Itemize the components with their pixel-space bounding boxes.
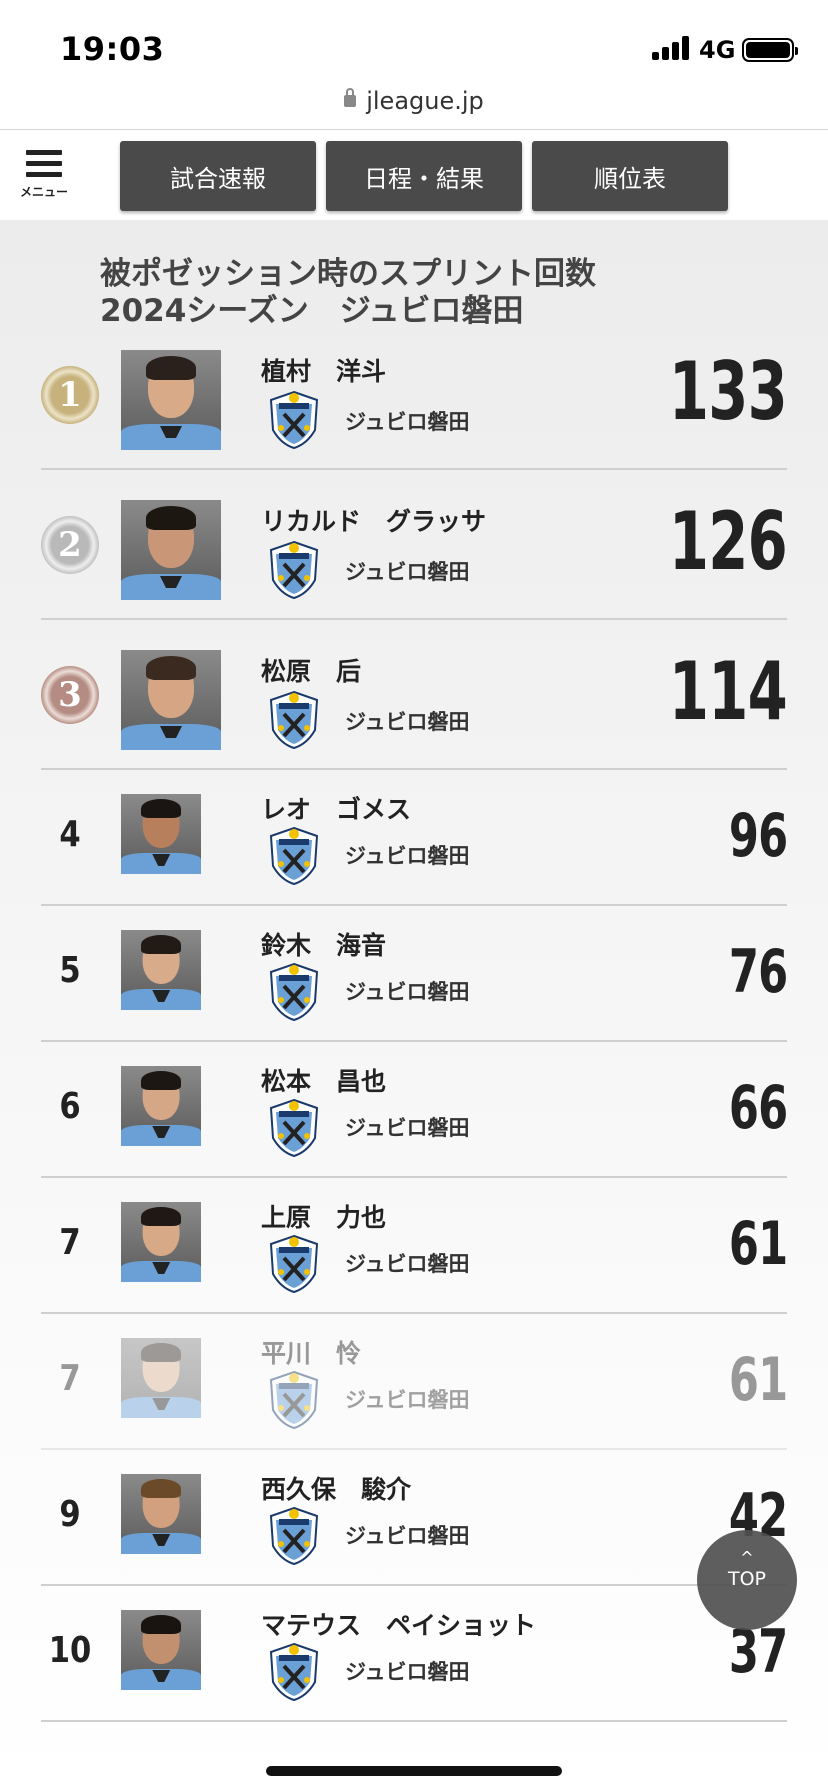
team-name[interactable]: ジュビロ磐田 xyxy=(345,840,470,870)
team-name[interactable]: ジュビロ磐田 xyxy=(345,1248,470,1278)
status-bar: 19:03 4G xyxy=(0,0,828,84)
sprint-count: 66 xyxy=(728,1072,787,1143)
ranking-row[interactable]: 10 マテウス ペイショット ジュビロ磐田 37 xyxy=(41,1586,788,1722)
heading-line-1: 被ポゼッション時のスプリント回数 xyxy=(100,256,596,292)
ranking-row[interactable]: 2 リカルド グラッサジュビロ磐田 126 xyxy=(41,470,788,620)
player-photo xyxy=(121,1474,201,1554)
team-name[interactable]: ジュビロ磐田 xyxy=(345,1520,470,1550)
rank-number: 10 xyxy=(48,1630,92,1671)
player-name[interactable]: 平川 怜 xyxy=(261,1334,361,1370)
team-emblem-icon xyxy=(269,1234,319,1294)
gold-medal-icon: 1 xyxy=(41,366,99,424)
player-photo xyxy=(121,1066,201,1146)
player-name[interactable]: 上原 力也 xyxy=(261,1198,386,1234)
team-emblem-icon xyxy=(269,826,319,886)
ranking-row[interactable]: 3 松原 后ジュビロ磐田 114 xyxy=(41,620,788,770)
ranking-row[interactable]: 7 上原 力也ジュビロ磐田 61 xyxy=(41,1178,788,1314)
team-name[interactable]: ジュビロ磐田 xyxy=(345,1384,470,1414)
team-emblem-icon xyxy=(269,540,319,600)
team-name[interactable]: ジュビロ磐田 xyxy=(345,556,470,586)
team-name[interactable]: ジュビロ磐田 xyxy=(345,706,470,736)
team-emblem-icon xyxy=(269,1506,319,1566)
sprint-count: 76 xyxy=(728,936,787,1007)
sprint-count: 96 xyxy=(728,800,787,871)
schedule-results-button[interactable]: 日程・結果 xyxy=(326,141,522,211)
ranking-row[interactable]: 6 松本 昌也ジュビロ磐田 66 xyxy=(41,1042,788,1178)
player-name[interactable]: 植村 洋斗 xyxy=(261,352,386,388)
rank-number: 6 xyxy=(59,1086,81,1127)
player-name[interactable]: 西久保 駿介 xyxy=(261,1470,411,1506)
player-name[interactable]: リカルド グラッサ xyxy=(261,502,486,538)
team-emblem-icon xyxy=(269,690,319,750)
standings-button[interactable]: 順位表 xyxy=(532,141,728,211)
team-emblem-icon xyxy=(269,1642,319,1702)
silver-medal-icon: 2 xyxy=(41,516,99,574)
ranking-row[interactable]: 7 平川 怜ジュビロ磐田 61 xyxy=(41,1314,788,1450)
player-photo xyxy=(121,1202,201,1282)
hamburger-icon xyxy=(18,150,70,177)
ranking-row[interactable]: 5 鈴木 海音ジュビロ磐田 76 xyxy=(41,906,788,1042)
team-emblem-icon xyxy=(269,1098,319,1158)
back-to-top-button[interactable]: ^ TOP xyxy=(697,1530,797,1630)
rank-number: 4 xyxy=(59,814,81,855)
site-nav: メニュー 試合速報 日程・結果 順位表 xyxy=(0,130,828,220)
team-emblem-icon xyxy=(269,390,319,450)
player-name[interactable]: マテウス ペイショット xyxy=(261,1606,536,1642)
player-photo xyxy=(121,930,201,1010)
player-photo xyxy=(121,650,221,750)
signal-icon xyxy=(652,36,690,60)
team-emblem-icon xyxy=(269,1370,319,1430)
player-name[interactable]: レオ ゴメス xyxy=(261,790,411,826)
player-photo xyxy=(121,794,201,874)
player-photo xyxy=(121,350,221,450)
bronze-medal-icon: 3 xyxy=(41,666,99,724)
rank-number: 7 xyxy=(59,1222,81,1263)
lock-icon xyxy=(344,88,357,107)
status-time: 19:03 xyxy=(60,30,165,68)
ranking-row[interactable]: 1 植村 洋斗ジュビロ磐田 133 xyxy=(41,320,788,470)
player-name[interactable]: 松原 后 xyxy=(261,652,361,688)
top-label: TOP xyxy=(727,1568,767,1590)
ranking-row[interactable]: 9 西久保 駿介 ジュビロ磐田 42 xyxy=(41,1450,788,1586)
rank-number: 5 xyxy=(59,950,81,991)
team-name[interactable]: ジュビロ磐田 xyxy=(345,976,470,1006)
rank-number: 9 xyxy=(59,1494,81,1535)
live-scores-button[interactable]: 試合速報 xyxy=(120,141,316,211)
address-bar[interactable]: jleague.jp xyxy=(0,84,828,130)
team-name[interactable]: ジュビロ磐田 xyxy=(345,406,470,436)
sprint-count: 126 xyxy=(668,495,788,589)
team-name[interactable]: ジュビロ磐田 xyxy=(345,1656,470,1686)
battery-icon xyxy=(742,38,798,62)
home-indicator[interactable] xyxy=(266,1766,562,1776)
chevron-up-icon: ^ xyxy=(740,1548,754,1567)
url-text: jleague.jp xyxy=(366,87,484,115)
menu-button[interactable]: メニュー xyxy=(18,150,70,210)
player-photo xyxy=(121,1610,201,1690)
player-photo xyxy=(121,1338,201,1418)
menu-label: メニュー xyxy=(19,185,68,199)
player-photo xyxy=(121,500,221,600)
network-type: 4G xyxy=(699,36,736,64)
team-name[interactable]: ジュビロ磐田 xyxy=(345,1112,470,1142)
sprint-count: 61 xyxy=(728,1208,787,1279)
sprint-count: 114 xyxy=(668,645,788,739)
player-name[interactable]: 松本 昌也 xyxy=(261,1062,386,1098)
player-name[interactable]: 鈴木 海音 xyxy=(261,926,386,962)
rank-number: 7 xyxy=(59,1358,81,1399)
sprint-count: 61 xyxy=(728,1344,787,1415)
ranking-row[interactable]: 4 レオ ゴメスジュビロ磐田 96 xyxy=(41,770,788,906)
ranking-heading: 被ポゼッション時のスプリント回数 2024シーズン ジュビロ磐田 xyxy=(100,256,596,330)
sprint-count: 133 xyxy=(668,345,788,439)
team-emblem-icon xyxy=(269,962,319,1022)
